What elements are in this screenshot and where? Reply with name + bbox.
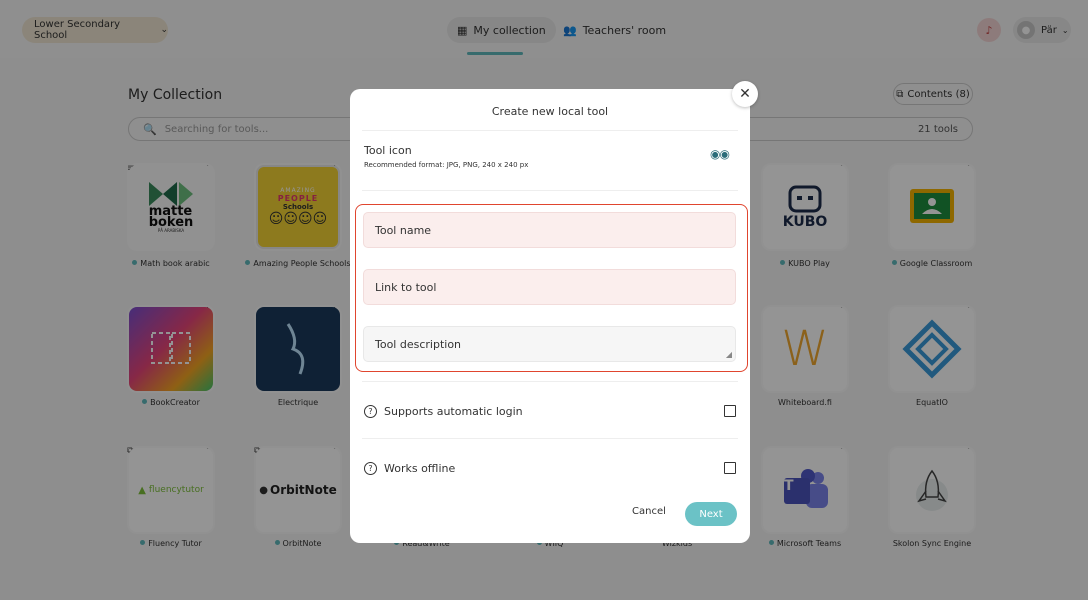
works-offline-row: ? Works offline bbox=[364, 458, 736, 478]
divider bbox=[362, 381, 738, 382]
cancel-button[interactable]: Cancel bbox=[632, 506, 666, 517]
resize-handle-icon[interactable]: ◢ bbox=[726, 350, 732, 359]
works-offline-label: Works offline bbox=[384, 461, 456, 475]
works-offline-checkbox[interactable] bbox=[724, 462, 736, 474]
help-icon[interactable]: ? bbox=[364, 461, 377, 475]
divider bbox=[362, 130, 738, 131]
next-button[interactable]: Next bbox=[685, 502, 737, 526]
image-upload-icon[interactable]: ◉◉ bbox=[710, 147, 730, 161]
dialog-title: Create new local tool bbox=[491, 105, 609, 118]
required-fields-group: Tool name Link to tool Tool description … bbox=[355, 204, 748, 372]
create-tool-dialog: Create new local tool Tool icon Recommen… bbox=[350, 89, 750, 543]
supports-login-row: ? Supports automatic login bbox=[364, 401, 736, 421]
help-icon[interactable]: ? bbox=[364, 404, 377, 418]
tool-icon-title: Tool icon bbox=[364, 144, 412, 157]
tool-link-input[interactable]: Link to tool bbox=[363, 269, 736, 305]
close-icon: ✕ bbox=[739, 86, 751, 102]
divider bbox=[362, 438, 738, 439]
tool-name-input[interactable]: Tool name bbox=[363, 212, 736, 248]
close-dialog-button[interactable]: ✕ bbox=[732, 81, 758, 107]
supports-login-checkbox[interactable] bbox=[724, 405, 736, 417]
tool-icon-hint: Recommended format: JPG, PNG, 240 x 240 … bbox=[364, 161, 529, 169]
tool-description-input[interactable]: Tool description ◢ bbox=[363, 326, 736, 362]
divider bbox=[362, 190, 738, 191]
supports-login-label: Supports automatic login bbox=[384, 404, 523, 418]
